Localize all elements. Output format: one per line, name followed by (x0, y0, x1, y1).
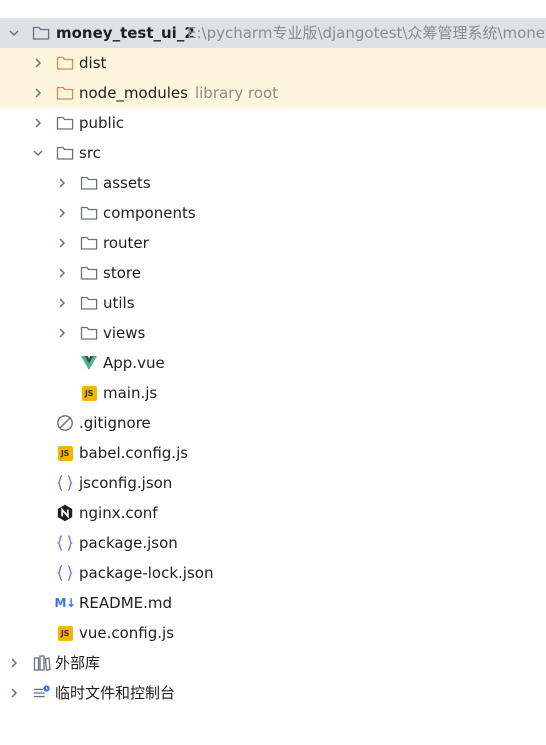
library-root-hint: library root (194, 84, 279, 102)
tree-item-label: store (103, 264, 141, 282)
folder-icon (80, 174, 98, 192)
folder-icon (80, 204, 98, 222)
tree-item-label: 临时文件和控制台 (55, 684, 176, 702)
tree-row-gitignore[interactable]: .gitignore (0, 408, 546, 438)
js-badge-text: JS (81, 385, 97, 401)
json-braces-icon (56, 474, 74, 492)
tree-row-readme[interactable]: M↓ README.md (0, 588, 546, 618)
js-badge-text: JS (57, 445, 73, 461)
chevron-right-icon[interactable] (6, 648, 22, 678)
tree-item-label: main.js (103, 384, 158, 402)
tree-item-label: App.vue (103, 354, 165, 372)
tree-item-label: utils (103, 294, 135, 312)
tree-item-label: views (103, 324, 146, 342)
tree-row-jsconfig[interactable]: jsconfig.json (0, 468, 546, 498)
vue-icon (80, 354, 98, 372)
excluded-folder-icon (56, 84, 74, 102)
tree-item-label: dist (79, 54, 107, 72)
json-braces-icon (56, 564, 74, 582)
javascript-icon: JS (56, 444, 74, 462)
root-project-path: E:\pycharm专业版\djangotest\众筹管理系统\money (187, 24, 546, 42)
tree-row-store[interactable]: store (0, 258, 546, 288)
chevron-down-icon[interactable] (6, 18, 22, 48)
tree-item-label: .gitignore (79, 414, 151, 432)
tree-row-main-js[interactable]: JS main.js (0, 378, 546, 408)
javascript-icon: JS (80, 384, 98, 402)
chevron-right-icon[interactable] (54, 168, 70, 198)
library-icon (33, 654, 51, 672)
tree-item-label: src (79, 144, 101, 162)
json-braces-icon (56, 534, 74, 552)
folder-icon (80, 324, 98, 342)
folder-icon (56, 114, 74, 132)
node-modules-name: node_modules (79, 84, 188, 102)
tree-row-babel-config[interactable]: JS babel.config.js (0, 438, 546, 468)
tree-row-nginx[interactable]: nginx.conf (0, 498, 546, 528)
tree-item-label: vue.config.js (79, 624, 175, 642)
js-badge-text: JS (57, 625, 73, 641)
root-project-name: money_test_ui_2 (56, 24, 195, 42)
tree-row-scratches[interactable]: 临时文件和控制台 (0, 678, 546, 708)
tree-row-assets[interactable]: assets (0, 168, 546, 198)
tree-item-label: README.md (79, 594, 173, 612)
excluded-folder-icon (56, 54, 74, 72)
tree-row-utils[interactable]: utils (0, 288, 546, 318)
tree-item-label: jsconfig.json (79, 474, 173, 492)
chevron-right-icon[interactable] (30, 78, 46, 108)
ignore-file-icon (56, 414, 74, 432)
chevron-right-icon[interactable] (54, 198, 70, 228)
chevron-right-icon[interactable] (30, 108, 46, 138)
tree-item-label: nginx.conf (79, 504, 158, 522)
tree-row-views[interactable]: views (0, 318, 546, 348)
tree-row-vue-config[interactable]: JS vue.config.js (0, 618, 546, 648)
tree-row-public[interactable]: public (0, 108, 546, 138)
tree-item-label: router (103, 234, 149, 252)
folder-icon (80, 264, 98, 282)
chevron-right-icon[interactable] (54, 258, 70, 288)
tree-row-app-vue[interactable]: App.vue (0, 348, 546, 378)
chevron-right-icon[interactable] (30, 48, 46, 78)
tree-item-label: package.json (79, 534, 178, 552)
tree-row-router[interactable]: router (0, 228, 546, 258)
chevron-right-icon[interactable] (6, 678, 22, 708)
tree-item-label: node_modules library root (79, 78, 278, 108)
tree-row-node-modules[interactable]: node_modules library root (0, 78, 546, 108)
tree-row-dist[interactable]: dist (0, 48, 546, 78)
markdown-badge-text: M↓ (54, 596, 77, 610)
folder-icon (56, 144, 74, 162)
scratches-icon (33, 684, 51, 702)
tree-item-label: components (103, 204, 196, 222)
tree-item-label: public (79, 114, 125, 132)
tree-row-external-libraries[interactable]: 外部库 (0, 648, 546, 678)
folder-icon (32, 24, 50, 42)
tree-item-label: 外部库 (55, 654, 101, 672)
tree-row-src[interactable]: src (0, 138, 546, 168)
tree-row-components[interactable]: components (0, 198, 546, 228)
chevron-right-icon[interactable] (54, 228, 70, 258)
nginx-icon (56, 504, 74, 522)
tree-row-package-json[interactable]: package.json (0, 528, 546, 558)
chevron-right-icon[interactable] (54, 288, 70, 318)
tree-item-label: package-lock.json (79, 564, 214, 582)
chevron-down-icon[interactable] (30, 138, 46, 168)
folder-icon (80, 294, 98, 312)
tree-item-label: assets (103, 174, 151, 192)
folder-icon (80, 234, 98, 252)
project-tree: money_test_ui_2 E:\pycharm专业版\djangotest… (0, 0, 546, 745)
chevron-right-icon[interactable] (54, 318, 70, 348)
tree-row-package-lock[interactable]: package-lock.json (0, 558, 546, 588)
tree-row-root[interactable]: money_test_ui_2 E:\pycharm专业版\djangotest… (0, 18, 546, 48)
javascript-icon: JS (56, 624, 74, 642)
markdown-icon: M↓ (53, 594, 77, 612)
tree-item-label: babel.config.js (79, 444, 189, 462)
